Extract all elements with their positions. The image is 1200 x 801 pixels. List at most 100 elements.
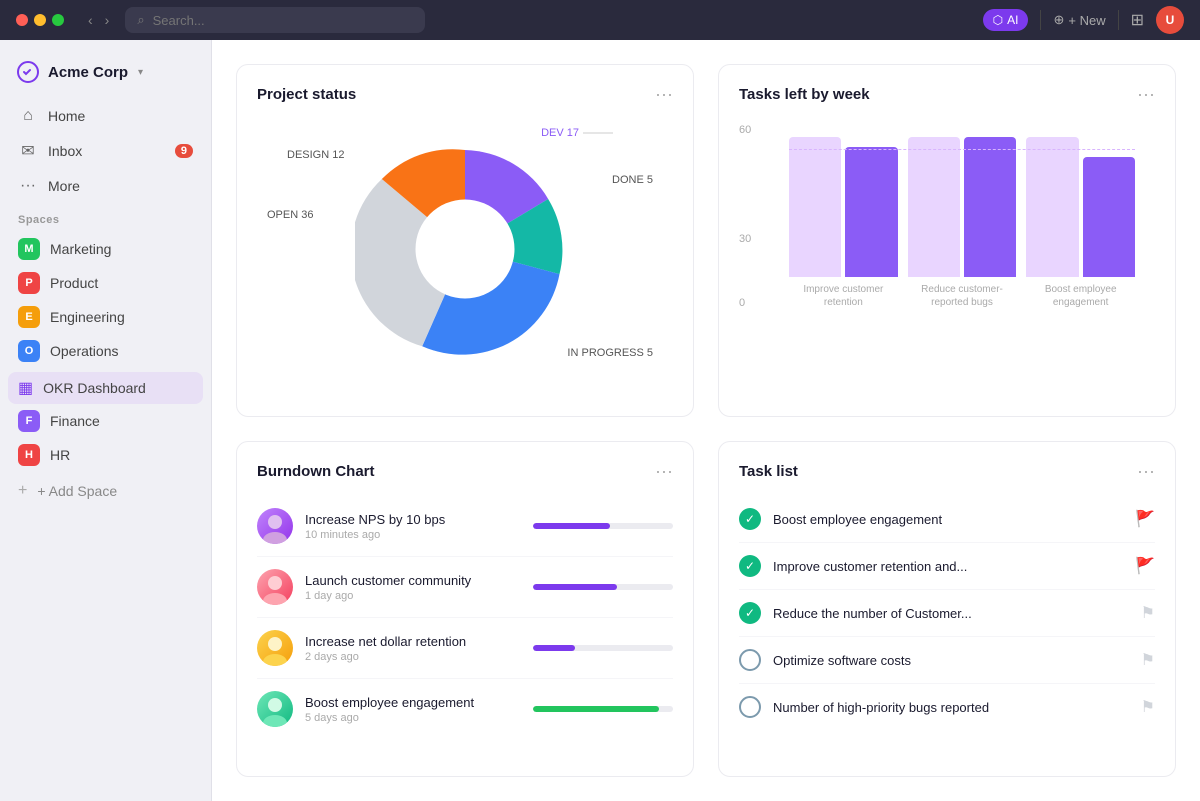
burndown-progress-4 [533,706,673,712]
product-icon: P [18,272,40,294]
task-item-1[interactable]: Boost employee engagement 🚩 [739,496,1155,543]
bar-main-2 [964,137,1016,277]
project-status-title: Project status [257,86,356,103]
task-list-card: Task list ··· Boost employee engagement … [718,441,1176,777]
user-avatar[interactable]: U [1156,6,1184,34]
burndown-avatar-2 [257,569,293,605]
burndown-name-2: Launch customer community [305,573,521,588]
burndown-time-2: 1 day ago [305,590,521,602]
sidebar-item-product[interactable]: P Product [8,266,203,300]
burndown-title: Burndown Chart [257,463,375,480]
minimize-dot[interactable] [34,14,46,26]
burndown-menu[interactable]: ··· [655,462,673,480]
bar-chart: 60 30 0 Improve customer retention [739,119,1155,359]
task-name-3: Reduce the number of Customer... [773,606,1129,621]
new-button[interactable]: ⊕ + New [1053,12,1105,28]
inbox-badge: 9 [175,144,193,158]
progress-fill-4 [533,706,659,712]
pie-center [416,200,515,299]
task-item-5[interactable]: Number of high-priority bugs reported ⚑ [739,684,1155,730]
finance-icon: F [18,410,40,432]
task-check-4 [739,649,761,671]
sidebar-item-hr[interactable]: H HR [8,438,203,472]
brand-name: Acme Corp [48,64,128,81]
task-list: Boost employee engagement 🚩 Improve cust… [739,496,1155,730]
marketing-label: Marketing [50,241,111,257]
maximize-dot[interactable] [52,14,64,26]
task-item-4[interactable]: Optimize software costs ⚑ [739,637,1155,684]
bar-pair-2 [908,117,1017,277]
product-label: Product [50,275,98,291]
sidebar-item-home[interactable]: ⌂ Home [8,100,203,132]
sidebar-item-finance[interactable]: F Finance [8,404,203,438]
titlebar: ‹ › ⌕ ⬡ AI ⊕ + New ⊞ U [0,0,1200,40]
task-flag-1: 🚩 [1135,509,1155,529]
bar-group-2: Reduce customer-reported bugs [908,117,1017,309]
bar-label-1: Improve customer retention [789,283,898,309]
ai-button[interactable]: ⬡ AI [983,9,1029,31]
finance-label: Finance [50,413,100,429]
y-label-0: 0 [739,297,745,309]
home-icon: ⌂ [18,107,38,125]
sidebar-item-engineering[interactable]: E Engineering [8,300,203,334]
burndown-time-4: 5 days ago [305,712,521,724]
project-status-header: Project status ··· [257,85,673,103]
inbox-label: Inbox [48,143,82,159]
bar-group-3: Boost employeeengagement [1026,117,1135,309]
task-list-menu[interactable]: ··· [1137,462,1155,480]
pie-chart-container: DEV 17 DONE 5 IN PROGRESS 5 OPEN 36 DESI… [257,119,673,379]
search-input[interactable] [153,13,414,28]
task-flag-5: ⚑ [1141,697,1155,717]
forward-button[interactable]: › [101,10,114,30]
bar-group-1: Improve customer retention [789,117,898,309]
hr-label: HR [50,447,70,463]
progress-fill-3 [533,645,575,651]
task-name-1: Boost employee engagement [773,512,1123,527]
project-status-menu[interactable]: ··· [655,85,673,103]
progress-fill-1 [533,523,610,529]
brand-chevron: ▾ [138,67,143,78]
sidebar: Acme Corp ▾ ⌂ Home ✉ Inbox 9 ··· More Sp… [0,40,212,801]
inbox-icon: ✉ [18,141,38,161]
main-content: Project status ··· [212,40,1200,801]
pie-label-done: DONE 5 [612,174,653,186]
pie-label-dev-line [583,133,613,134]
sidebar-item-marketing[interactable]: M Marketing [8,232,203,266]
engineering-label: Engineering [50,309,125,325]
divider [1040,10,1041,30]
brand[interactable]: Acme Corp ▾ [0,52,211,100]
pie-label-inprogress: IN PROGRESS 5 [567,347,653,359]
task-flag-3: ⚑ [1141,603,1155,623]
task-check-3 [739,602,761,624]
pie-chart [355,139,575,359]
task-item-2[interactable]: Improve customer retention and... 🚩 [739,543,1155,590]
task-flag-4: ⚑ [1141,650,1155,670]
sidebar-item-operations[interactable]: O Operations [8,334,203,368]
burndown-card: Burndown Chart ··· Increase NPS by 10 bp… [236,441,694,777]
bar-bg-3 [1026,137,1078,277]
bar-label-3: Boost employeeengagement [1045,283,1117,309]
bar-label-2: Reduce customer-reported bugs [921,283,1003,309]
project-status-card: Project status ··· [236,64,694,417]
hr-icon: H [18,444,40,466]
progress-fill-2 [533,584,617,590]
task-name-5: Number of high-priority bugs reported [773,700,1129,715]
grid-button[interactable]: ⊞ [1131,10,1144,30]
back-button[interactable]: ‹ [84,10,97,30]
add-space-button[interactable]: + + Add Space [8,476,203,506]
close-dot[interactable] [16,14,28,26]
tasks-by-week-menu[interactable]: ··· [1137,85,1155,103]
task-check-2 [739,555,761,577]
avatar-2-img [257,569,293,605]
burndown-avatar-3 [257,630,293,666]
burndown-progress-1 [533,523,673,529]
sidebar-item-okr[interactable]: ▦ OKR Dashboard [8,372,203,404]
avatar-1-img [257,508,293,544]
burndown-info-4: Boost employee engagement 5 days ago [305,695,521,724]
task-list-header: Task list ··· [739,462,1155,480]
sidebar-item-inbox[interactable]: ✉ Inbox 9 [8,134,203,168]
avatar-4-img [257,691,293,727]
task-item-3[interactable]: Reduce the number of Customer... ⚑ [739,590,1155,637]
sidebar-item-more[interactable]: ··· More [8,170,203,202]
search-bar[interactable]: ⌕ [125,7,425,33]
